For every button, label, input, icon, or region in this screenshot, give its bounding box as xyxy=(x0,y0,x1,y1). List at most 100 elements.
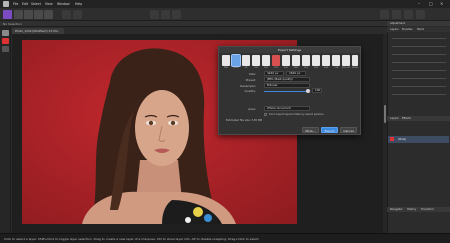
format-label: JPEG xyxy=(233,67,239,69)
estimated-file-size: Estimated file size: 3.65 MB xyxy=(226,119,263,122)
menu-bar: File Edit Select View Window Help – □ × xyxy=(0,0,450,8)
format-label: TIFF xyxy=(253,67,259,69)
tone-mapping-icon[interactable] xyxy=(34,10,43,19)
more-button[interactable]: More... xyxy=(302,127,319,133)
panel-tabs-top: Layers Brushes Stock xyxy=(387,27,450,32)
area-select[interactable]: Whole document xyxy=(264,106,310,111)
dialog-title: Export Settings xyxy=(277,48,302,52)
height-input[interactable]: 2640 px xyxy=(286,71,306,76)
tab-layers[interactable]: Layers xyxy=(390,117,399,120)
menu-window[interactable]: Window xyxy=(57,2,70,6)
tab-layers-top[interactable]: Layers xyxy=(390,28,399,31)
adjustment-panel-header: Adjustment xyxy=(387,21,450,26)
tab-brushes[interactable]: Brushes xyxy=(402,28,412,31)
menu-select[interactable]: Select xyxy=(31,2,41,6)
menu-view[interactable]: View xyxy=(45,2,53,6)
format-tiff-icon[interactable] xyxy=(252,55,260,66)
document-tab-label: Photo_1234 [Modified] (13.4%) xyxy=(15,29,59,33)
layer-thumbnail-icon xyxy=(390,137,394,141)
assistant-icon[interactable] xyxy=(404,10,413,19)
navigator-panel-header: Navigator History Transform xyxy=(387,207,450,212)
develop-persona-icon[interactable] xyxy=(24,10,33,19)
layer-row[interactable]: (Pixel) xyxy=(388,136,449,143)
tab-effects[interactable]: Effects xyxy=(402,117,411,120)
format-png-icon[interactable] xyxy=(222,55,230,66)
auto-contrast-icon[interactable] xyxy=(161,10,170,19)
panel-slider[interactable] xyxy=(392,78,446,79)
menu-help[interactable]: Help xyxy=(75,2,82,6)
format-label: HDR xyxy=(323,67,329,69)
panel-title-adjustment[interactable]: Adjustment xyxy=(390,22,405,25)
tab-transform[interactable]: Transform xyxy=(421,208,434,211)
panel-slider[interactable] xyxy=(392,54,446,55)
area-label: Area: xyxy=(248,107,256,111)
format-pdf-icon[interactable] xyxy=(272,55,280,66)
hidden-layers-label: Don't export layers hidden by export per… xyxy=(269,113,324,116)
quality-slider-handle[interactable] xyxy=(306,89,310,93)
export-persona-icon[interactable] xyxy=(44,10,53,19)
format-wmf-icon[interactable] xyxy=(292,55,300,66)
format-label: WMF xyxy=(293,67,299,69)
panel-slider[interactable] xyxy=(392,86,446,87)
export-button[interactable]: Export xyxy=(321,127,338,133)
auto-colors-icon[interactable] xyxy=(172,10,181,19)
size-label: Size: xyxy=(248,72,256,76)
view-tool-icon[interactable] xyxy=(62,10,71,19)
format-gif-icon[interactable] xyxy=(242,55,250,66)
panel-slider[interactable] xyxy=(392,70,446,71)
format-label: PDF xyxy=(274,67,278,69)
format-eps-icon[interactable] xyxy=(302,55,310,66)
maximize-icon[interactable]: □ xyxy=(429,1,433,6)
selection-tool-icon[interactable] xyxy=(2,46,9,52)
hidden-layers-checkbox[interactable] xyxy=(264,113,267,116)
photo-persona-icon[interactable] xyxy=(3,10,12,19)
format-psd-icon[interactable] xyxy=(262,55,270,66)
format-hdr-icon[interactable] xyxy=(322,55,330,66)
snapping-icon[interactable] xyxy=(392,10,401,19)
preset-select[interactable]: JPEG (Best quality) xyxy=(264,77,310,82)
quality-label: Quality: xyxy=(244,89,256,93)
auto-levels-icon[interactable] xyxy=(150,10,159,19)
width-input[interactable]: 4160 px xyxy=(264,71,284,76)
format-label: SVG xyxy=(283,67,289,69)
dialog-title-bar[interactable]: Export Settings xyxy=(219,47,360,53)
tab-navigator[interactable]: Navigator xyxy=(390,208,403,211)
liquify-persona-icon[interactable] xyxy=(14,10,23,19)
format-label: GIF xyxy=(244,67,248,69)
menu-edit[interactable]: Edit xyxy=(22,2,28,6)
resample-label: Resample: xyxy=(240,84,256,88)
scrollbar-thumb[interactable] xyxy=(384,105,386,123)
tools-panel xyxy=(0,27,11,233)
zoom-tool-icon[interactable] xyxy=(73,10,82,19)
panel-slider[interactable] xyxy=(392,94,446,95)
close-icon[interactable]: × xyxy=(440,1,443,6)
cancel-button[interactable]: Cancel xyxy=(340,127,357,133)
format-jpegxr-icon[interactable] xyxy=(342,55,350,66)
quality-slider-fill xyxy=(264,91,308,92)
format-webp-icon[interactable] xyxy=(352,55,358,66)
format-svg-icon[interactable] xyxy=(282,55,290,66)
format-label: TGA xyxy=(333,67,339,69)
minimize-icon[interactable]: – xyxy=(418,1,420,6)
format-tga-icon[interactable] xyxy=(332,55,340,66)
panel-slider[interactable] xyxy=(392,62,446,63)
layers-panel-header: Layers Effects xyxy=(387,116,450,121)
format-label: PSD xyxy=(263,67,268,69)
move-tool-icon[interactable] xyxy=(2,30,9,36)
color-swatch-icon[interactable] xyxy=(2,38,9,44)
menu-file[interactable]: File xyxy=(13,2,18,6)
quality-input[interactable]: 100 xyxy=(312,88,322,93)
format-jpeg-icon[interactable] xyxy=(231,54,241,67)
toolbar xyxy=(0,8,450,21)
arrange-icon[interactable] xyxy=(380,10,389,19)
format-label: EPS xyxy=(304,67,308,69)
panel-slider[interactable] xyxy=(392,38,446,39)
status-bar: Click to select a layer. Shift+Click to … xyxy=(0,233,450,243)
tab-history[interactable]: History xyxy=(407,208,416,211)
format-exr-icon[interactable] xyxy=(312,55,320,66)
selection-status: No Selection xyxy=(3,22,22,26)
studio-icon[interactable] xyxy=(416,10,425,19)
panel-slider[interactable] xyxy=(392,46,446,47)
resample-select[interactable]: Bilinear xyxy=(264,83,310,88)
tab-stock[interactable]: Stock xyxy=(417,28,424,31)
